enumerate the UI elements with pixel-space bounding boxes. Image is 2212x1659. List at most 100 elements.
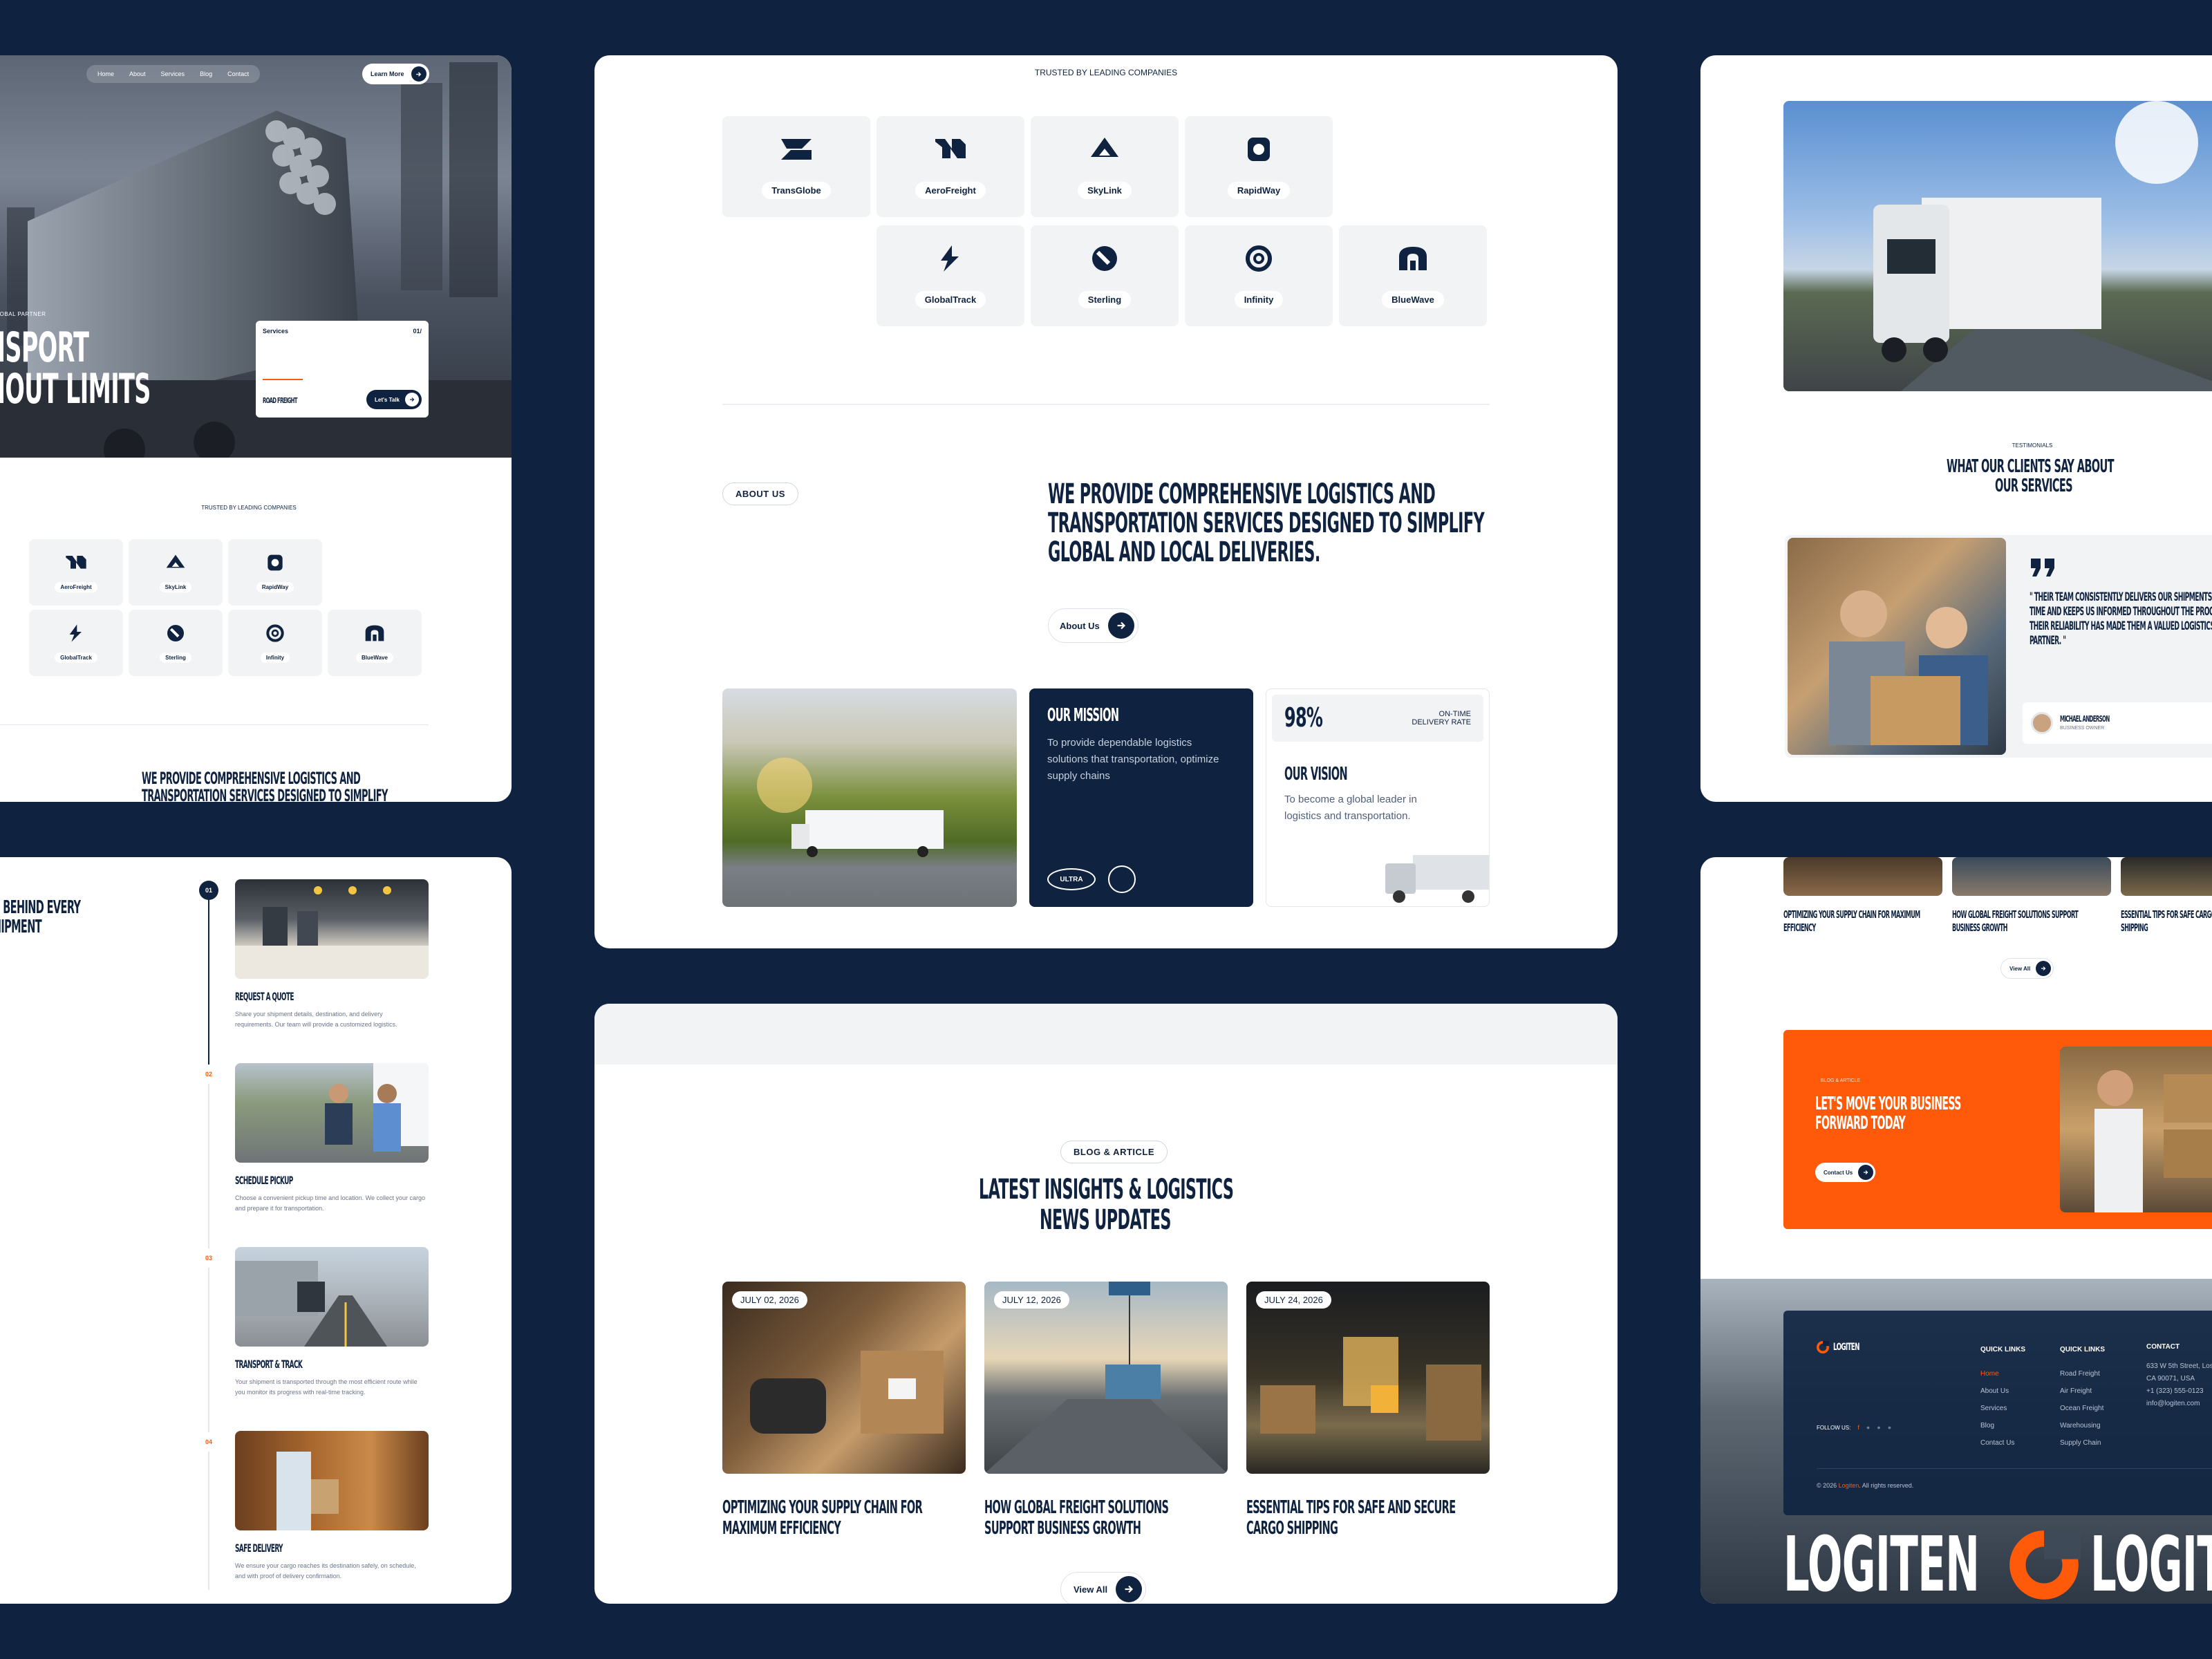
step-number: 03	[199, 1248, 218, 1268]
post-title[interactable]: HOW GLOBAL FREIGHT SOLUTIONS SUPPORT BUS…	[984, 1497, 1207, 1539]
twitter-icon[interactable]: ●	[1866, 1424, 1870, 1431]
step-photo-pickup	[235, 1063, 429, 1163]
hero-panel: Home About Services Blog Contact Learn M…	[0, 55, 512, 802]
linkedin-icon[interactable]: ●	[1888, 1424, 1891, 1431]
award-badge: ULTRA	[1047, 868, 1096, 890]
footer-link-contact[interactable]: Contact Us	[1980, 1434, 2025, 1452]
about-tag: ABOUT US	[722, 482, 798, 505]
logo-name: BlueWave	[1382, 290, 1444, 308]
vision-text: To become a global leader in logistics a…	[1284, 794, 1417, 822]
nav-about[interactable]: About	[129, 71, 146, 77]
footer-link-air[interactable]: Air Freight	[2060, 1382, 2105, 1400]
arrow-right-icon	[1107, 612, 1134, 639]
instagram-icon[interactable]: ●	[1877, 1424, 1880, 1431]
mini-view-all-label: View All	[2009, 965, 2031, 972]
arrow-right-icon	[2036, 961, 2052, 976]
hero-divider	[0, 724, 429, 725]
hero-image: Home About Services Blog Contact Learn M…	[0, 55, 512, 470]
mini-post-title[interactable]: ESSENTIAL TIPS FOR SAFE CARGO SHIPPING	[2121, 908, 2212, 935]
footer-link-services[interactable]: Services	[1980, 1400, 2025, 1417]
post-date: JULY 02, 2026	[732, 1291, 807, 1309]
nav-services[interactable]: Services	[161, 71, 185, 77]
contact-us-button[interactable]: Contact Us	[1815, 1163, 1876, 1182]
services-card[interactable]: Services 01/ ROAD FREIGHT Let's Talk	[256, 321, 429, 418]
blog-post-image[interactable]: JULY 24, 2026	[1246, 1282, 1490, 1474]
hero-nav: Home About Services Blog Contact	[86, 65, 261, 83]
logo-name: AeroFreight	[55, 581, 97, 592]
logo-name: GlobalTrack	[915, 290, 986, 308]
footer-phone[interactable]: +1 (323) 555-0123	[2146, 1385, 2212, 1398]
step-text: Your shipment is transported through the…	[235, 1378, 418, 1396]
hero-cta-button[interactable]: Learn More	[362, 64, 429, 84]
facebook-icon[interactable]: f	[1857, 1424, 1859, 1431]
footer-services-links: QUICK LINKS Road Freight Air Freight Oce…	[2060, 1341, 2105, 1452]
footer-link-supply[interactable]: Supply Chain	[2060, 1434, 2105, 1452]
vision-card: 98% ON-TIME DELIVERY RATE OUR VISION To …	[1266, 688, 1490, 907]
services-card-service: ROAD FREIGHT	[263, 396, 297, 405]
footer-brand: LOGITEN	[1817, 1341, 1871, 1353]
follow-label: FOLLOW US:	[1817, 1424, 1851, 1431]
mini-post-image	[2121, 857, 2212, 896]
logo-card: BlueWave	[328, 610, 422, 676]
post-title[interactable]: OPTIMIZING YOUR SUPPLY CHAIN FOR MAXIMUM…	[722, 1497, 945, 1539]
footer-brand-name: LOGITEN	[1833, 1341, 1860, 1353]
footer-link-warehousing[interactable]: Warehousing	[2060, 1417, 2105, 1434]
footer-link-about[interactable]: About Us	[1980, 1382, 2025, 1400]
mini-post-title[interactable]: OPTIMIZING YOUR SUPPLY CHAIN FOR MAXIMUM…	[1783, 908, 1933, 935]
about-photo-truck	[722, 688, 1017, 907]
skylink-logo-icon	[166, 554, 185, 568]
hero-trusted-label: TRUSTED BY LEADING COMPANIES	[201, 505, 297, 511]
hero-about-preview: WE PROVIDE COMPREHENSIVE LOGISTICS AND T…	[142, 769, 388, 802]
big-wordmark-1: LOGITEN	[1783, 1520, 1980, 1604]
view-all-button[interactable]: View All	[1060, 1572, 1147, 1604]
blog-post-image[interactable]: JULY 02, 2026	[722, 1282, 966, 1474]
about-us-button[interactable]: About Us	[1048, 608, 1138, 643]
footer-email[interactable]: info@logiten.com	[2146, 1398, 2212, 1410]
globaltrack-logo-icon	[941, 245, 959, 272]
footer-link-ocean[interactable]: Ocean Freight	[2060, 1400, 2105, 1417]
steps-heading-1: PS BEHIND EVERY	[0, 897, 81, 918]
step-text: Share your shipment details, destination…	[235, 1011, 397, 1028]
nav-home[interactable]: Home	[97, 71, 114, 77]
hero-title-1: NSPORT	[0, 324, 89, 372]
footer-panel: OPTIMIZING YOUR SUPPLY CHAIN FOR MAXIMUM…	[1700, 857, 2212, 1604]
blog-heading-2: NEWS UPDATES	[1040, 1204, 1171, 1236]
footer-link-blog[interactable]: Blog	[1980, 1417, 2025, 1434]
nav-contact[interactable]: Contact	[227, 71, 249, 77]
blog-post-image[interactable]: JULY 12, 2026	[984, 1282, 1228, 1474]
post-title[interactable]: ESSENTIAL TIPS FOR SAFE AND SECURE CARGO…	[1246, 1497, 1478, 1539]
logo-card: GlobalTrack	[29, 610, 123, 676]
arrow-right-icon	[1116, 1576, 1143, 1602]
nav-blog[interactable]: Blog	[200, 71, 212, 77]
trusted-label: TRUSTED BY LEADING COMPANIES	[1034, 68, 1178, 77]
footer-link-home[interactable]: Home	[1980, 1365, 2025, 1382]
steps-panel: PS BEHIND EVERY SHIPMENT 01 REQUEST A QU…	[0, 857, 512, 1604]
blog-panel: BLOG & ARTICLE LATEST INSIGHTS & LOGISTI…	[594, 1004, 1618, 1604]
footer-card: LOGITEN QUICK LINKS Home About Us Servic…	[1783, 1311, 2212, 1515]
footer-big-wordmark: LOGITEN LOGIT	[1783, 1520, 2212, 1604]
author-name: MICHAEL ANDERSON	[2060, 714, 2110, 724]
step-photo-delivery	[235, 1431, 429, 1530]
copyright-brand[interactable]: Logiten	[1839, 1482, 1859, 1489]
cta-heading-2: FORWARD TODAY	[1815, 1113, 1906, 1134]
logo-name: Sterling	[160, 652, 191, 663]
steps-timeline-progress	[208, 899, 209, 1065]
cta-heading-1: LET'S MOVE YOUR BUSINESS	[1815, 1094, 1961, 1114]
logo-name: AeroFreight	[915, 181, 986, 199]
lets-talk-button[interactable]: Let's Talk	[366, 390, 422, 409]
mini-view-all-button[interactable]: View All	[2000, 958, 2054, 979]
copyright-text: . All rights reserved.	[1859, 1482, 1914, 1489]
services-card-label: Services	[263, 328, 289, 335]
lets-talk-label: Let's Talk	[375, 396, 400, 403]
logo-card: AeroFreight	[29, 539, 123, 606]
step-title: REQUEST A QUOTE	[235, 990, 294, 1003]
step-title: SAFE DELIVERY	[235, 1541, 283, 1555]
footer-link-road[interactable]: Road Freight	[2060, 1365, 2105, 1382]
testimonial-card: " THEIR TEAM CONSISTENTLY DELIVERS OUR S…	[1785, 535, 2212, 758]
footer-city: CA 90071, USA	[2146, 1375, 2195, 1382]
stat-label: ON-TIME DELIVERY RATE	[1412, 710, 1471, 727]
blog-top-band	[594, 1004, 1618, 1065]
testimonials-heading-2: OUR SERVICES	[1995, 476, 2073, 496]
arrow-right-icon	[411, 66, 427, 82]
mini-post-title[interactable]: HOW GLOBAL FREIGHT SOLUTIONS SUPPORT BUS…	[1952, 908, 2101, 935]
